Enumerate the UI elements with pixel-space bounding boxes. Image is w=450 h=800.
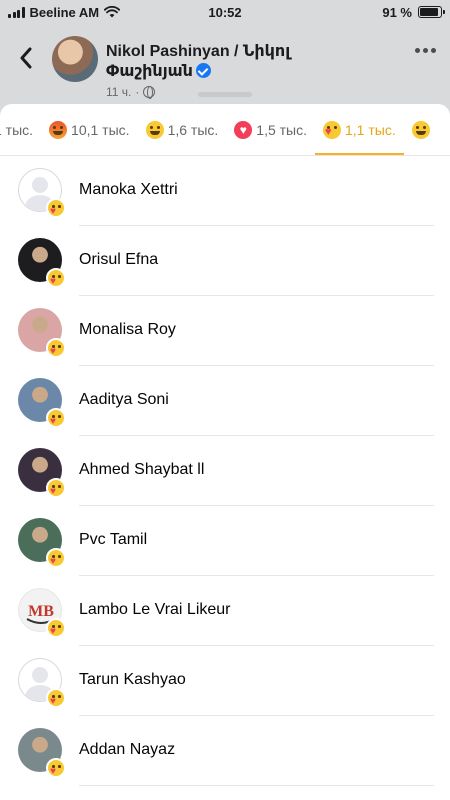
row-divider — [79, 785, 434, 786]
reactor-row[interactable]: Addan Nayaz — [0, 716, 450, 786]
reactor-row[interactable]: Pvc Tamil — [0, 506, 450, 576]
chevron-left-icon — [20, 47, 32, 69]
reactor-name[interactable]: Orisul Efna — [79, 251, 158, 269]
tab-haha[interactable]: 1,6 тыс. — [138, 104, 227, 155]
battery-percent: 91 % — [382, 4, 412, 20]
reactor-name[interactable]: Lambo Le Vrai Likeur — [79, 601, 231, 619]
care-reaction-icon — [46, 408, 66, 428]
reactor-name[interactable]: Ahmed Shaybat ll — [79, 461, 204, 479]
reactor-name[interactable]: Addan Nayaz — [79, 741, 175, 759]
reactor-name[interactable]: Tarun Kashyao — [79, 671, 186, 689]
care-reaction-icon — [46, 338, 66, 358]
reactor-name[interactable]: Pvc Tamil — [79, 531, 147, 549]
care-reaction-icon — [46, 618, 66, 638]
wifi-icon — [104, 6, 121, 18]
reactor-name[interactable]: Manoka Xettri — [79, 181, 178, 199]
care-reaction-icon — [46, 478, 66, 498]
tab-label: 1,5 тыс. — [256, 121, 307, 138]
care-reaction-icon — [46, 198, 66, 218]
post-time: 11 ч. — [106, 85, 132, 99]
reactor-row[interactable]: Aaditya Soni — [0, 366, 450, 436]
verified-badge-icon — [195, 63, 211, 78]
post-meta: 11 ч. · — [106, 85, 156, 99]
reactions-sheet: 1 тыс. 10,1 тыс. 1,6 тыс. 1,5 тыс. 1,1 т… — [0, 104, 450, 800]
reactor-name[interactable]: Monalisa Roy — [79, 321, 176, 339]
care-reaction-icon — [46, 548, 66, 568]
author-name[interactable]: Nikol Pashinyan / Նիկոլ Փաշինյան — [106, 42, 376, 82]
reactor-row[interactable]: MB Lambo Le Vrai Likeur — [0, 576, 450, 646]
reactor-row[interactable]: Manoka Xettri — [0, 156, 450, 226]
tab-label: 1 тыс. — [0, 121, 34, 138]
battery-fill — [420, 8, 439, 16]
love-icon — [234, 120, 253, 139]
care-reaction-icon — [46, 688, 66, 708]
tab-label: 1,6 тыс. — [167, 121, 219, 138]
sheet-grabber[interactable] — [198, 92, 252, 97]
partial-reaction-icon — [411, 120, 430, 139]
angry-icon — [49, 120, 68, 139]
status-bar: Beeline AM 10:52 91 % — [0, 0, 450, 24]
reactor-row[interactable]: Tarun Kashyao — [0, 646, 450, 716]
author-avatar[interactable] — [52, 36, 98, 82]
cellular-signal-icon — [8, 6, 25, 18]
tab-more[interactable] — [404, 104, 438, 155]
globe-icon — [143, 86, 156, 99]
tab-care[interactable]: 1,1 тыс. — [315, 104, 404, 155]
carrier-label: Beeline AM — [29, 4, 100, 20]
tab-partial[interactable]: 1 тыс. — [0, 104, 41, 155]
status-left: Beeline AM — [8, 4, 121, 20]
tab-label: 10,1 тыс. — [71, 121, 130, 138]
reactor-row[interactable]: Ahmed Shaybat ll — [0, 436, 450, 506]
meta-separator: · — [135, 85, 140, 99]
svg-text:MB: MB — [28, 603, 54, 620]
more-options-button[interactable] — [415, 48, 436, 53]
back-button[interactable] — [12, 44, 40, 72]
tab-label: 1,1 тыс. — [345, 121, 396, 138]
haha-icon — [145, 120, 164, 139]
tab-love[interactable]: 1,5 тыс. — [226, 104, 315, 155]
reaction-tabs: 1 тыс. 10,1 тыс. 1,6 тыс. 1,5 тыс. 1,1 т… — [0, 104, 450, 156]
status-right: 91 % — [382, 4, 445, 20]
care-icon — [323, 120, 341, 139]
battery-icon — [418, 6, 445, 18]
care-reaction-icon — [46, 268, 66, 288]
reactor-row[interactable]: Monalisa Roy — [0, 296, 450, 366]
care-reaction-icon — [46, 758, 66, 778]
reactor-list: Manoka Xettri Orisul Efna Monalisa Roy Aadi… — [0, 156, 450, 786]
tab-angry[interactable]: 10,1 тыс. — [41, 104, 138, 155]
reactor-name[interactable]: Aaditya Soni — [79, 391, 169, 409]
reactor-row[interactable]: Orisul Efna — [0, 226, 450, 296]
